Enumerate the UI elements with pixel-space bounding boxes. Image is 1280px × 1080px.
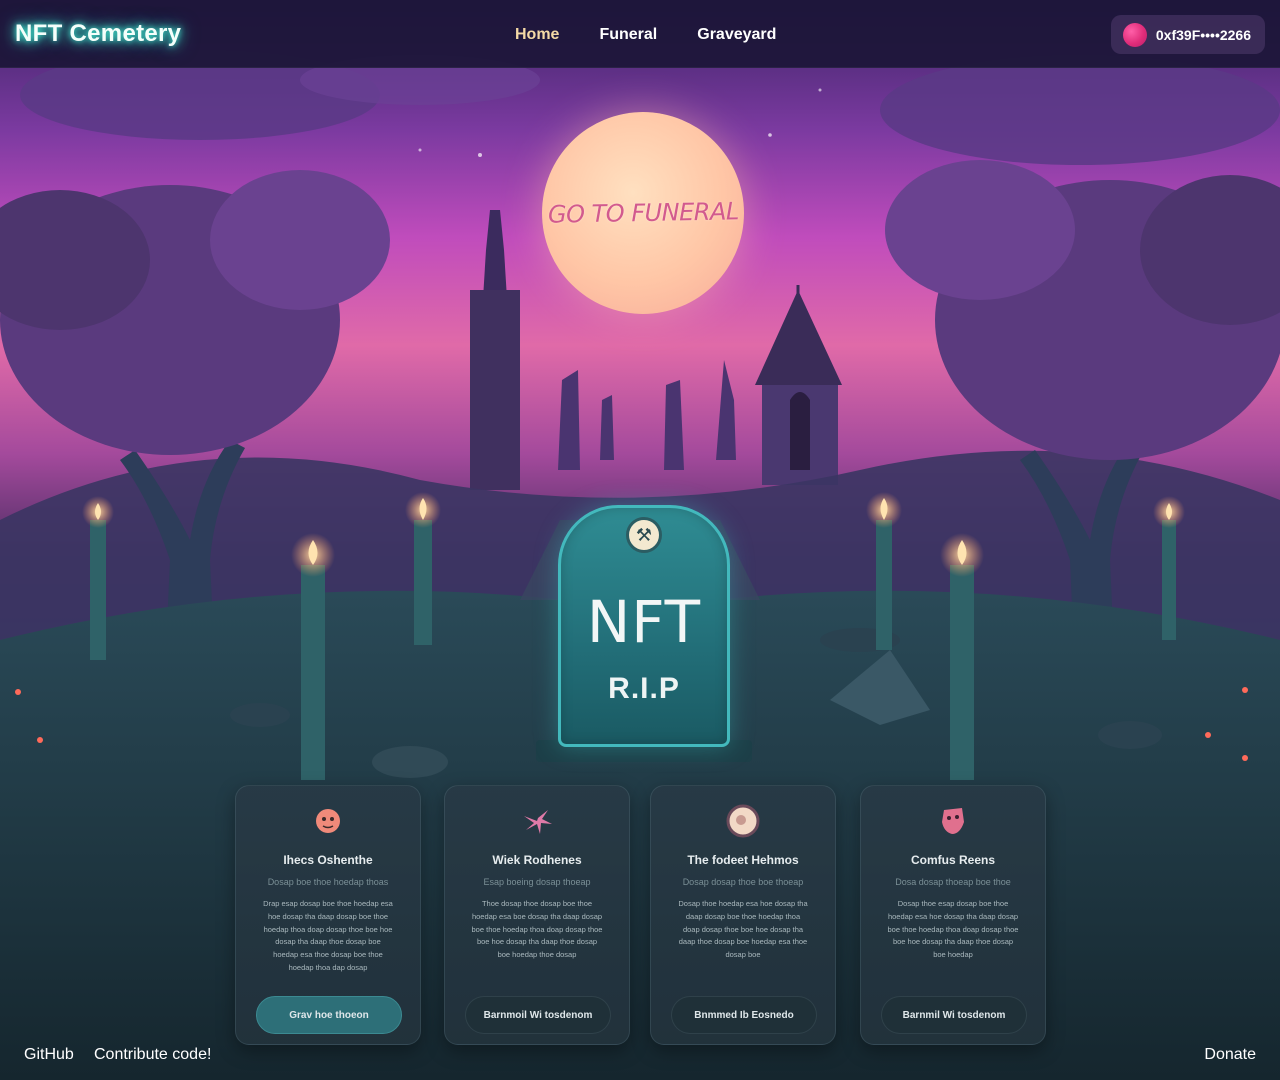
cloud <box>880 55 1280 165</box>
candle-post <box>301 565 325 780</box>
card-subtitle: Dosap boe thoe hoedap thoas <box>267 877 389 887</box>
card-title: Comfus Reens <box>910 853 996 867</box>
hammer-icon: ⚒ <box>626 517 662 553</box>
chapel-roof <box>755 290 842 385</box>
wallet-address: 0xf39F••••2266 <box>1155 26 1251 43</box>
tombstone-subtitle: R.I.P <box>608 672 680 705</box>
leaf-icon <box>520 804 554 838</box>
contribute-link[interactable]: Contribute code! <box>94 1046 211 1064</box>
site-logo[interactable]: NFT Cemetery <box>15 20 181 48</box>
wallet-avatar-icon <box>1122 22 1147 47</box>
card-title: The fodeet Hehmos <box>687 853 799 867</box>
mask-icon <box>936 804 970 838</box>
donate-link[interactable]: Donate <box>1204 1046 1256 1064</box>
feature-card: Wiek Rodhenes Esap boeing dosap thoeap T… <box>444 785 630 1045</box>
github-link[interactable]: GitHub <box>24 1046 74 1064</box>
coin-icon <box>726 804 760 838</box>
candle-post <box>876 520 892 650</box>
candle-post <box>1162 520 1176 640</box>
card-subtitle: Dosa dosap thoeap boe thoe <box>895 877 1011 887</box>
card-body: Drap esap dosap boe thoe hoedap esa hoe … <box>263 899 393 972</box>
candle-post <box>950 565 974 780</box>
moon-label: GO TO FUNERAL <box>547 197 739 229</box>
go-to-funeral-button[interactable]: GO TO FUNERAL <box>542 112 744 314</box>
candle-post <box>414 520 432 645</box>
top-navbar: NFT Cemetery Home Funeral Graveyard 0xf3… <box>0 0 1280 68</box>
candle-post <box>90 520 106 660</box>
card-button[interactable]: Barnmoil Wi tosdenom <box>465 996 611 1034</box>
card-body: Thoe dosap thoe dosap boe thoe hoedap es… <box>471 899 603 960</box>
nav-graveyard-link[interactable]: Graveyard <box>697 26 776 44</box>
card-body: Dosap thoe esap dosap boe thoe hoedap es… <box>887 899 1019 960</box>
card-body: Dosap thoe hoedap esa hoe dosap tha daap… <box>678 899 808 960</box>
card-button[interactable]: Bnmmed Ib Eosnedo <box>671 996 817 1034</box>
face-icon <box>311 804 345 838</box>
card-subtitle: Esap boeing dosap thoeap <box>483 877 591 887</box>
nav-funeral-link[interactable]: Funeral <box>599 26 657 44</box>
feature-card: Comfus Reens Dosa dosap thoeap boe thoe … <box>860 785 1046 1045</box>
feature-card: The fodeet Hehmos Dosap dosap thoe boe t… <box>650 785 836 1045</box>
card-title: Wiek Rodhenes <box>492 853 582 867</box>
nav-links: Home Funeral Graveyard <box>515 26 776 44</box>
feature-card: Ihecs Oshenthe Dosap boe thoe hoedap tho… <box>235 785 421 1045</box>
tombstone-title: NFT <box>586 588 702 656</box>
nav-home-link[interactable]: Home <box>515 26 559 44</box>
card-button[interactable]: Barnmil Wi tosdenom <box>881 996 1027 1034</box>
card-title: Ihecs Oshenthe <box>283 853 373 867</box>
card-button[interactable]: Grav hoe thoeon <box>256 996 402 1034</box>
card-subtitle: Dosap dosap thoe boe thoeap <box>682 877 804 887</box>
wallet-button[interactable]: 0xf39F••••2266 <box>1110 15 1265 54</box>
